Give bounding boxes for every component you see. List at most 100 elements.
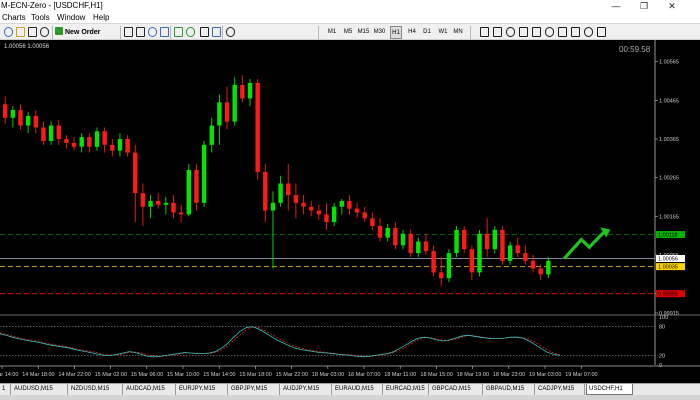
chart-tab-usdchf-h1[interactable]: USDCHF,H1 [586, 384, 633, 395]
new-order-button[interactable]: New Order [55, 26, 101, 39]
candle-body [408, 233, 413, 254]
chart-tab-euraud-m15[interactable]: EURAUD,M15 [333, 384, 383, 395]
arrows-icon[interactable] [597, 27, 606, 37]
timeframe-h4-button[interactable]: H4 [406, 26, 418, 39]
profiles-icon[interactable] [16, 27, 25, 37]
terminal-window: M-ECN-Zero - [USDCHF,H1] — ❐ ✕ Charts To… [0, 0, 700, 400]
candle-body [240, 84, 245, 99]
candle-body [400, 233, 406, 246]
chart-info: 1.00056 1.00056 [4, 44, 50, 50]
candle-body [454, 229, 459, 254]
candle-body [546, 260, 551, 275]
chart-tab-audjpy-m15[interactable]: AUDJPY,M15 [281, 384, 332, 395]
time-tick-label: 19 Mar 07:00 [565, 372, 597, 378]
candle-body [530, 260, 536, 269]
menu-tools[interactable]: Tools [31, 12, 50, 23]
tile-icon[interactable] [160, 27, 169, 37]
fibonacci-icon[interactable] [558, 27, 567, 37]
toolbar-separator [470, 26, 471, 39]
chart-tab-gbpcad-m15[interactable]: GBPCAD,M15 [430, 384, 483, 395]
new-chart-icon[interactable] [4, 27, 13, 37]
candle-body [148, 200, 153, 207]
text-icon[interactable] [571, 27, 580, 37]
chart-tab-audusd-m15[interactable]: AUDUSD,M15 [12, 384, 68, 395]
zoom-out-icon[interactable] [148, 27, 157, 37]
autoscroll-icon[interactable] [174, 27, 183, 37]
chart-tab-nzdusd-m15[interactable]: NZDUSD,M15 [69, 384, 123, 395]
periods-icon[interactable] [212, 27, 221, 37]
time-tick-label: 18 Mar 07:00 [348, 372, 380, 378]
timeframe-m30-button[interactable]: M30 [372, 26, 387, 39]
bar-countdown: 00:59:58 [619, 45, 651, 54]
candle-body [507, 245, 513, 261]
time-tick-label: 15 Mar 10:00 [167, 372, 199, 378]
chart-tab-gbpaud-m15[interactable]: GBPAUD,M15 [484, 384, 535, 395]
time-tick-label: 18 Mar 03:00 [312, 372, 344, 378]
menu-window[interactable]: Window [57, 12, 85, 23]
toolbar-separator [222, 26, 223, 39]
menu-help[interactable]: Help [93, 12, 109, 23]
chart-tab-eurjpy-m15[interactable]: EURJPY,M15 [177, 384, 228, 395]
candle-body [102, 131, 107, 145]
zoom-in-icon[interactable] [136, 27, 145, 37]
close-button[interactable]: ✕ [660, 0, 684, 12]
channel-icon[interactable] [545, 27, 554, 37]
time-tick-label: 15 Mar 02:00 [95, 372, 127, 378]
candle-body [79, 137, 84, 147]
minimize-button[interactable]: — [604, 0, 628, 12]
candle-body [293, 195, 299, 203]
timeframe-m5-button[interactable]: M5 [342, 26, 354, 39]
candle-body [523, 253, 528, 261]
candle-body [163, 202, 169, 205]
candle-body [270, 202, 276, 211]
time-tick-label: 18 Mar 19:00 [457, 372, 489, 378]
time-tick-label: 18 Mar 15:00 [420, 372, 452, 378]
candle-body [393, 227, 398, 246]
candle-body [217, 102, 222, 126]
chart-tab-audcad-m15[interactable]: AUDCAD,M15 [124, 384, 176, 395]
candle-body [370, 218, 375, 227]
timeframe-w1-button[interactable]: W1 [437, 26, 449, 39]
chart-tab-cadjpy-m15[interactable]: CADJPY,M15 [536, 384, 585, 395]
timeframe-m15-button[interactable]: M15 [356, 26, 371, 39]
vertical-line-icon[interactable] [506, 27, 515, 37]
indicators-icon[interactable] [200, 27, 209, 37]
candle-body [278, 183, 283, 203]
horizontal-line-icon[interactable] [519, 27, 528, 37]
chart-area[interactable]: 1.00565 1.00465 1.00365 1.00265 1.00165 1.000… [0, 40, 700, 383]
bar-chart-icon[interactable] [28, 27, 37, 37]
crosshair-icon[interactable] [493, 27, 502, 37]
candle-body [263, 171, 268, 211]
label-icon[interactable] [584, 27, 593, 37]
line-chart-icon[interactable] [124, 27, 133, 37]
restore-button[interactable]: ❐ [632, 0, 656, 12]
candle-body [232, 84, 237, 122]
time-tick-label: 14 Mar 18:00 [22, 372, 54, 378]
time-tick-label: 15 Mar 18:00 [239, 372, 271, 378]
candle-body [309, 206, 314, 211]
candle-body [194, 169, 199, 203]
chart-tab-eurcad-m15[interactable]: EURCAD,M15 [384, 384, 429, 395]
chart-shift-icon[interactable] [186, 27, 195, 37]
toolbar-separator [170, 26, 171, 39]
chart-tab-gbpjpy-m15[interactable]: GBPJPY,M15 [229, 384, 280, 395]
chart-tab-1[interactable]: 1 [0, 384, 11, 395]
toolbar-separator [318, 26, 319, 39]
candle-body [25, 115, 31, 126]
oscillator-tick-label: 80 [659, 325, 665, 331]
cursor-icon[interactable] [480, 27, 489, 37]
templates-icon[interactable] [226, 27, 235, 37]
trendline-icon[interactable] [532, 27, 541, 37]
timeframe-h1-button[interactable]: H1 [390, 26, 402, 39]
timeframe-m1-button[interactable]: M1 [326, 26, 338, 39]
time-tick-label: 15 Mar 06:00 [131, 372, 163, 378]
timeframe-d1-button[interactable]: D1 [421, 26, 433, 39]
candle-body [33, 115, 38, 128]
price-tick-label: 1.00565 [659, 60, 679, 66]
candle-body [385, 227, 390, 238]
candle-body [484, 233, 490, 250]
candlestick-icon[interactable] [40, 27, 49, 37]
menu-charts[interactable]: Charts [2, 12, 26, 23]
timeframe-mn-button[interactable]: MN [452, 26, 464, 39]
oscillator-tick-label: 20 [659, 353, 665, 359]
